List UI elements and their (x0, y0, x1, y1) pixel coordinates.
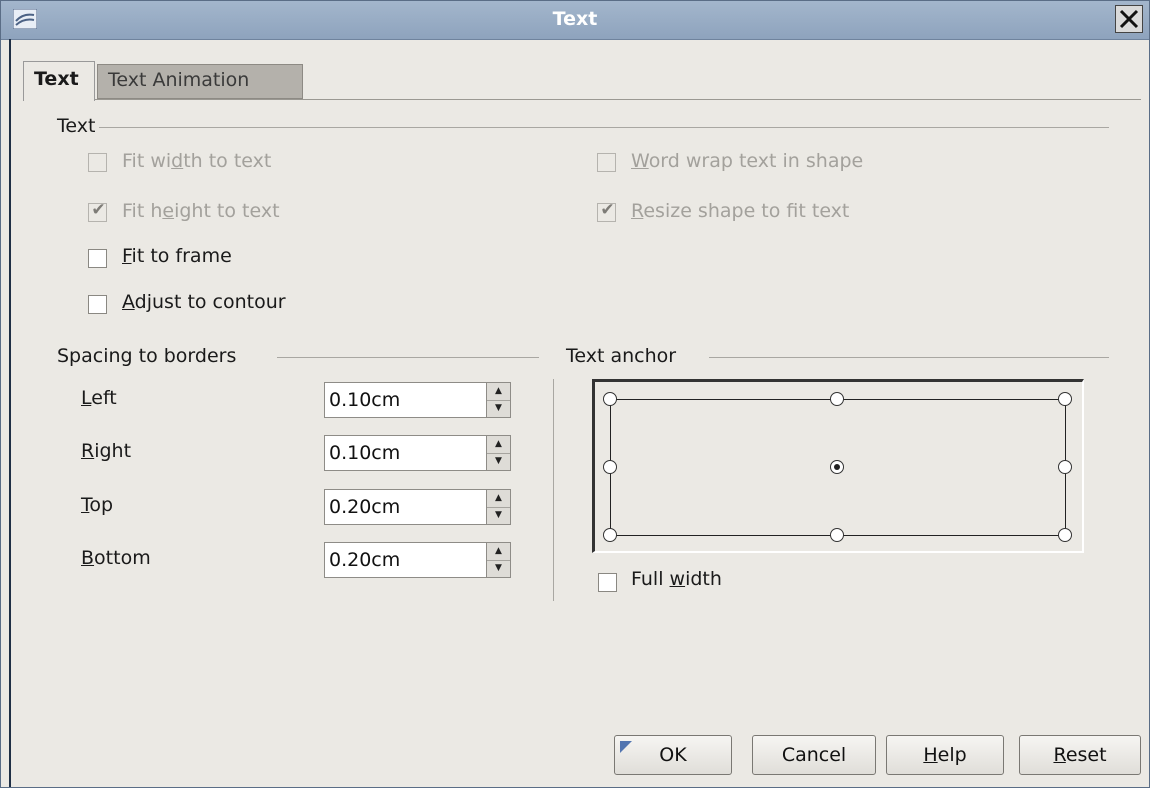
checkbox-label: Fit to frame (122, 245, 232, 267)
checkbox-box[interactable] (88, 153, 107, 172)
bottom-label: Bottom (81, 547, 151, 569)
left-spin-buttons[interactable]: ▲ ▼ (486, 382, 511, 418)
button-label: Help (923, 744, 967, 766)
checkbox-box[interactable] (598, 573, 617, 592)
reset-button[interactable]: Reset (1019, 735, 1141, 775)
vertical-separator (553, 379, 554, 601)
button-label: Reset (1053, 744, 1107, 766)
tab-panel-border (23, 99, 1141, 100)
window-border (9, 39, 11, 787)
button-label: OK (659, 744, 687, 766)
right-spin-buttons[interactable]: ▲ ▼ (486, 435, 511, 471)
arrow-down-icon[interactable]: ▼ (487, 560, 510, 577)
button-label: Cancel (781, 744, 847, 766)
checkbox-box[interactable] (88, 295, 107, 314)
cancel-button[interactable]: Cancel (752, 735, 876, 775)
anchor-middle-right[interactable] (1058, 460, 1072, 474)
anchor-bottom-center[interactable] (830, 528, 844, 542)
group-separator (277, 357, 539, 358)
left-label: Left (81, 387, 117, 409)
group-title-anchor: Text anchor (566, 345, 677, 367)
text-anchor-selector[interactable] (592, 379, 1084, 553)
arrow-up-icon[interactable]: ▲ (487, 383, 510, 401)
tab-label: Text Animation (108, 69, 250, 91)
top-label: Top (81, 494, 114, 516)
anchor-bottom-right[interactable] (1058, 528, 1072, 542)
checkmark-icon: ✔ (91, 200, 106, 220)
tab-text[interactable]: Text (23, 61, 95, 101)
anchor-middle-left[interactable] (603, 460, 617, 474)
checkbox-label: Word wrap text in shape (631, 150, 864, 172)
left-spacing-input[interactable] (324, 382, 486, 418)
group-separator (99, 127, 1109, 128)
checkbox-label: Fit height to text (122, 200, 280, 222)
checkbox-label: Adjust to contour (122, 291, 286, 313)
arrow-down-icon[interactable]: ▼ (487, 453, 510, 470)
default-indicator-icon (620, 741, 632, 753)
anchor-top-left[interactable] (603, 392, 617, 406)
top-spacing-input[interactable] (324, 489, 486, 525)
ok-button[interactable]: OK (614, 735, 732, 775)
checkbox-label: Full width (631, 568, 722, 590)
group-title-text: Text (57, 115, 96, 137)
group-separator (709, 357, 1109, 358)
right-label: Right (81, 440, 132, 462)
text-dialog: Text Text Text Animation Text Fit width … (0, 0, 1150, 788)
arrow-down-icon[interactable]: ▼ (487, 400, 510, 417)
bottom-spin-buttons[interactable]: ▲ ▼ (486, 542, 511, 578)
checkbox-box[interactable] (597, 153, 616, 172)
window-title: Text (552, 8, 598, 30)
arrow-up-icon[interactable]: ▲ (487, 490, 510, 508)
checkmark-icon: ✔ (600, 200, 615, 220)
tab-text-animation[interactable]: Text Animation (97, 64, 303, 99)
arrow-down-icon[interactable]: ▼ (487, 507, 510, 524)
help-button[interactable]: Help (886, 735, 1004, 775)
anchor-bottom-left[interactable] (603, 528, 617, 542)
right-spacing-input[interactable] (324, 435, 486, 471)
checkbox-box[interactable]: ✔ (597, 200, 616, 222)
checkbox-box[interactable] (88, 249, 107, 268)
close-button[interactable] (1115, 5, 1143, 33)
checkbox-box[interactable]: ✔ (88, 200, 107, 222)
group-title-spacing: Spacing to borders (57, 345, 237, 367)
anchor-top-center[interactable] (830, 392, 844, 406)
top-spin-buttons[interactable]: ▲ ▼ (486, 489, 511, 525)
anchor-top-right[interactable] (1058, 392, 1072, 406)
tab-label: Text (34, 68, 79, 90)
arrow-up-icon[interactable]: ▲ (487, 543, 510, 561)
close-icon (1119, 9, 1139, 29)
bottom-spacing-input[interactable] (324, 542, 486, 578)
anchor-center[interactable] (830, 460, 844, 474)
checkbox-label: Fit width to text (122, 150, 272, 172)
title-bar[interactable]: Text (1, 1, 1149, 40)
arrow-up-icon[interactable]: ▲ (487, 436, 510, 454)
checkbox-label: Resize shape to fit text (631, 200, 850, 222)
